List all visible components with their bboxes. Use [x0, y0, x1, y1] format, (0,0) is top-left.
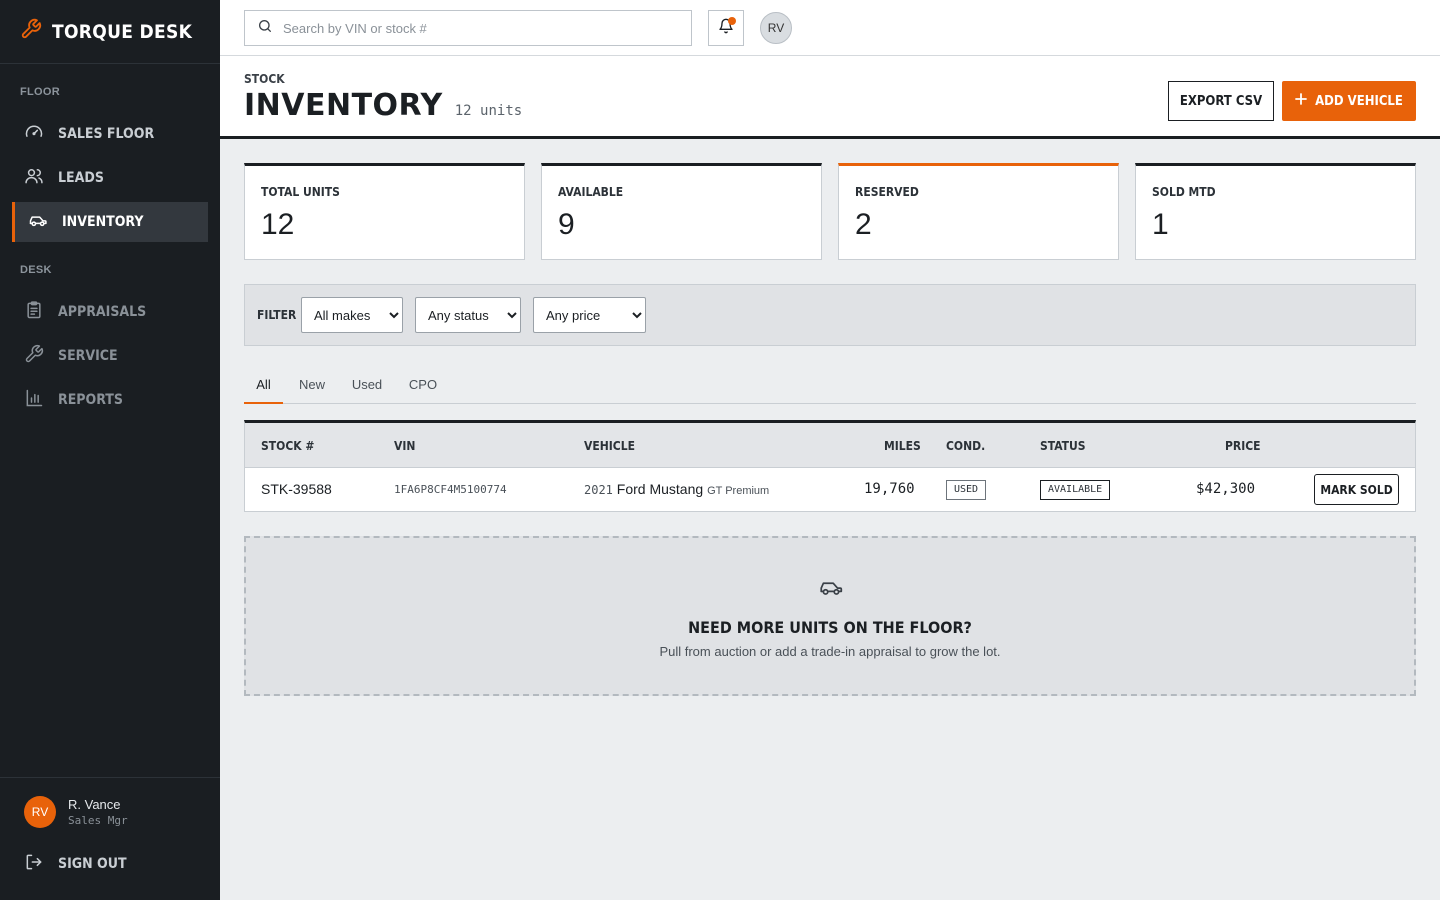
- brand-name: TORQUE DESK: [52, 20, 193, 43]
- wrench-icon: [24, 344, 44, 368]
- stat-value: 12: [261, 208, 295, 241]
- mark-sold-button[interactable]: MARK SOLD: [1314, 474, 1399, 505]
- price-filter-select[interactable]: Any price: [533, 297, 646, 333]
- notifications-button[interactable]: [708, 10, 744, 46]
- sign-out-label: SIGN OUT: [58, 856, 127, 872]
- vehicle-year: 2021: [584, 483, 613, 497]
- tab-cpo[interactable]: CPO: [407, 370, 439, 404]
- vin: 1FA6P8CF4M5100774: [394, 483, 507, 496]
- sidebar-item-sales-floor[interactable]: SALES FLOOR: [12, 114, 208, 154]
- tab-new[interactable]: New: [295, 370, 329, 404]
- car-icon: [816, 574, 846, 605]
- column-header-vin[interactable]: VIN: [394, 439, 415, 453]
- page-header: STOCK INVENTORY 12 units EXPORT CSV ADD …: [220, 56, 1440, 139]
- bar-chart-icon: [24, 388, 44, 412]
- export-csv-button[interactable]: EXPORT CSV: [1168, 81, 1274, 121]
- vehicle-model: Ford Mustang: [616, 481, 704, 497]
- condition-tabs: All New Used CPO: [244, 370, 1416, 404]
- status-filter-select[interactable]: Any status: [415, 297, 521, 333]
- table-row[interactable]: STK-39588 1FA6P8CF4M5100774 2021 Ford Mu…: [245, 468, 1415, 511]
- logout-icon: [24, 852, 44, 876]
- plus-icon: [1295, 93, 1308, 109]
- stat-value: 1: [1152, 208, 1169, 241]
- stock-number: STK-39588: [261, 481, 332, 497]
- add-vehicle-button[interactable]: ADD VEHICLE: [1282, 81, 1416, 121]
- column-header-price[interactable]: PRICE: [1225, 439, 1261, 453]
- tab-all[interactable]: All: [244, 370, 283, 404]
- column-header-stock[interactable]: STOCK #: [261, 439, 314, 453]
- nav-section-desk: DESK: [20, 264, 52, 276]
- car-icon: [28, 210, 48, 234]
- clipboard-icon: [24, 300, 44, 324]
- filter-label: FILTER: [257, 308, 297, 322]
- status-badge: AVAILABLE: [1040, 480, 1111, 500]
- sidebar-item-label: SALES FLOOR: [58, 126, 155, 142]
- topbar: RV: [220, 0, 1440, 56]
- add-vehicle-label: ADD VEHICLE: [1315, 93, 1403, 109]
- sidebar-item-service[interactable]: SERVICE: [12, 336, 208, 376]
- sidebar-item-reports[interactable]: REPORTS: [12, 380, 208, 420]
- column-header-status[interactable]: STATUS: [1040, 439, 1086, 453]
- stat-value: 2: [855, 208, 872, 241]
- condition-badge: USED: [946, 480, 987, 500]
- sidebar-item-appraisals[interactable]: APPRAISALS: [12, 292, 208, 332]
- make-filter-select[interactable]: All makes: [301, 297, 403, 333]
- sidebar-item-inventory[interactable]: INVENTORY: [12, 202, 208, 242]
- search-box[interactable]: [244, 10, 692, 46]
- user-avatar-button[interactable]: RV: [760, 12, 792, 44]
- sidebar: TORQUE DESK FLOOR SALES FLOOR LEADS INVE…: [0, 0, 220, 900]
- sidebar-item-label: SERVICE: [58, 348, 118, 364]
- sidebar-item-leads[interactable]: LEADS: [12, 158, 208, 198]
- search-icon: [257, 18, 273, 39]
- stat-card-reserved: RESERVED 2: [838, 163, 1119, 260]
- gauge-icon: [24, 122, 44, 146]
- price: $42,300: [1196, 481, 1256, 497]
- stat-label: TOTAL UNITS: [261, 185, 340, 199]
- search-input[interactable]: [283, 20, 663, 36]
- avatar: RV: [24, 796, 56, 828]
- inventory-table: STOCK # VIN VEHICLE MILES COND. STATUS P…: [244, 420, 1416, 512]
- stat-value: 9: [558, 208, 575, 241]
- users-icon: [24, 166, 44, 190]
- stat-label: RESERVED: [855, 185, 919, 199]
- column-header-vehicle[interactable]: VEHICLE: [584, 439, 635, 453]
- user-profile[interactable]: RV R. Vance Sales Mgr: [24, 796, 128, 828]
- table-header: STOCK # VIN VEHICLE MILES COND. STATUS P…: [245, 423, 1415, 468]
- miles: 19,760: [864, 481, 915, 497]
- stat-label: SOLD MTD: [1152, 185, 1216, 199]
- empty-state-subtitle: Pull from auction or add a trade-in appr…: [659, 644, 1001, 659]
- vehicle: 2021 Ford Mustang GT Premium: [584, 481, 769, 497]
- notification-dot: [728, 17, 736, 25]
- user-role: Sales Mgr: [68, 814, 128, 827]
- unit-count: 12 units: [454, 103, 523, 119]
- empty-state-panel: NEED MORE UNITS ON THE FLOOR? Pull from …: [244, 536, 1416, 696]
- sidebar-item-label: INVENTORY: [62, 214, 144, 230]
- sidebar-item-label: APPRAISALS: [58, 304, 147, 320]
- stat-label: AVAILABLE: [558, 185, 624, 199]
- sidebar-item-label: REPORTS: [58, 392, 123, 408]
- column-header-condition[interactable]: COND.: [946, 439, 985, 453]
- stat-card-total-units: TOTAL UNITS 12: [244, 163, 525, 260]
- wrench-logo-icon: [20, 18, 42, 45]
- empty-state-title: NEED MORE UNITS ON THE FLOOR?: [688, 618, 972, 637]
- title-row: INVENTORY 12 units: [244, 88, 522, 123]
- page-eyebrow: STOCK: [244, 72, 285, 86]
- brand[interactable]: TORQUE DESK: [0, 0, 220, 64]
- tab-used[interactable]: Used: [350, 370, 384, 404]
- nav-section-floor: FLOOR: [20, 86, 60, 98]
- sign-out-button[interactable]: SIGN OUT: [24, 852, 127, 876]
- page-title: INVENTORY: [244, 88, 443, 123]
- sidebar-footer: RV R. Vance Sales Mgr SIGN OUT: [0, 777, 220, 900]
- user-name: R. Vance: [68, 797, 121, 812]
- stat-card-available: AVAILABLE 9: [541, 163, 822, 260]
- filter-bar: FILTER All makes Any status Any price: [244, 284, 1416, 346]
- column-header-miles[interactable]: MILES: [884, 439, 921, 453]
- sidebar-item-label: LEADS: [58, 170, 104, 186]
- stat-card-sold-mtd: SOLD MTD 1: [1135, 163, 1416, 260]
- vehicle-trim: GT Premium: [707, 485, 770, 497]
